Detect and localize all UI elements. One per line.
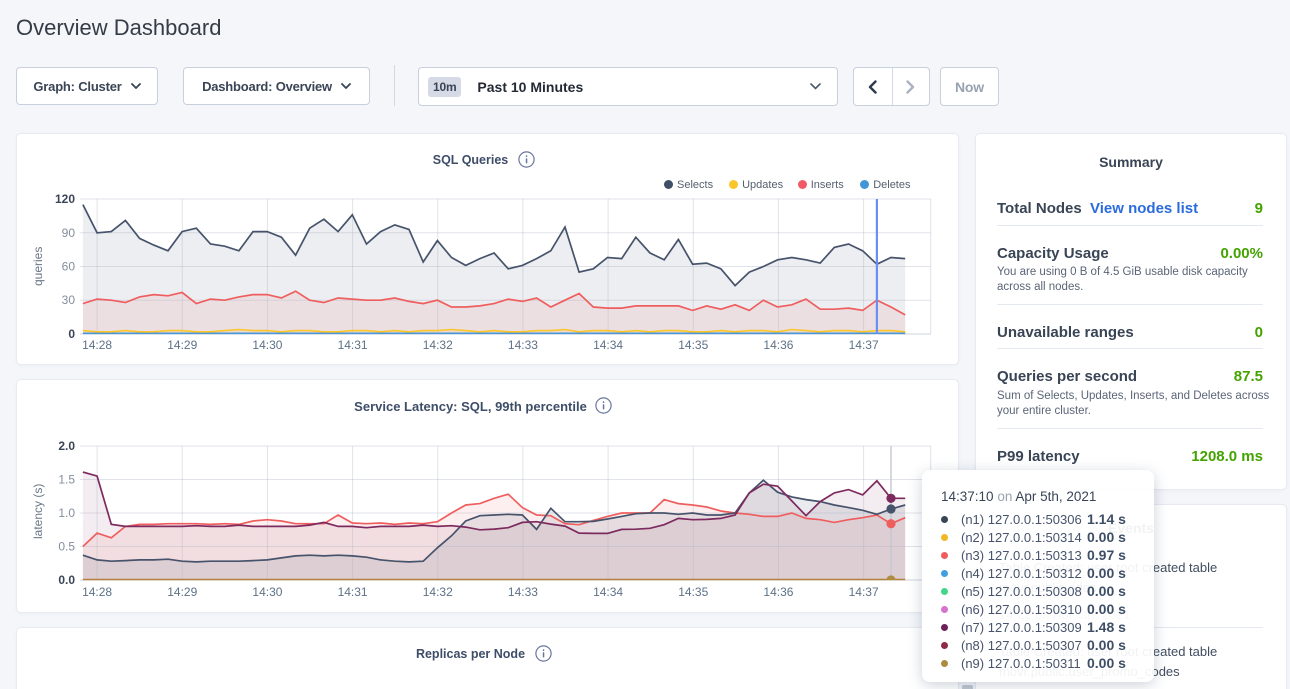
svg-text:30: 30: [62, 293, 76, 307]
svg-text:14:33: 14:33: [508, 585, 538, 599]
svg-text:14:32: 14:32: [423, 585, 453, 599]
svg-text:14:34: 14:34: [593, 585, 623, 599]
svg-text:90: 90: [62, 226, 76, 240]
svg-text:0.0: 0.0: [58, 573, 75, 587]
svg-text:14:31: 14:31: [338, 585, 368, 599]
svg-text:0.5: 0.5: [58, 540, 75, 554]
svg-text:14:36: 14:36: [763, 338, 793, 352]
svg-text:2.0: 2.0: [58, 439, 75, 453]
svg-text:14:35: 14:35: [678, 338, 708, 352]
svg-text:120: 120: [55, 192, 75, 206]
svg-text:14:33: 14:33: [508, 338, 538, 352]
svg-text:14:28: 14:28: [82, 338, 112, 352]
svg-text:14:34: 14:34: [593, 338, 623, 352]
svg-text:60: 60: [62, 260, 76, 274]
svg-text:14:37: 14:37: [849, 338, 879, 352]
svg-text:14:31: 14:31: [338, 338, 368, 352]
svg-text:14:28: 14:28: [82, 585, 112, 599]
svg-text:14:37: 14:37: [849, 585, 879, 599]
svg-text:14:29: 14:29: [167, 338, 197, 352]
svg-text:14:32: 14:32: [423, 338, 453, 352]
svg-text:0: 0: [68, 327, 75, 341]
svg-text:1.5: 1.5: [58, 473, 75, 487]
svg-text:14:30: 14:30: [252, 338, 282, 352]
svg-text:14:29: 14:29: [167, 585, 197, 599]
svg-text:1.0: 1.0: [58, 506, 75, 520]
svg-text:14:30: 14:30: [252, 585, 282, 599]
svg-text:14:36: 14:36: [763, 585, 793, 599]
svg-text:14:35: 14:35: [678, 585, 708, 599]
